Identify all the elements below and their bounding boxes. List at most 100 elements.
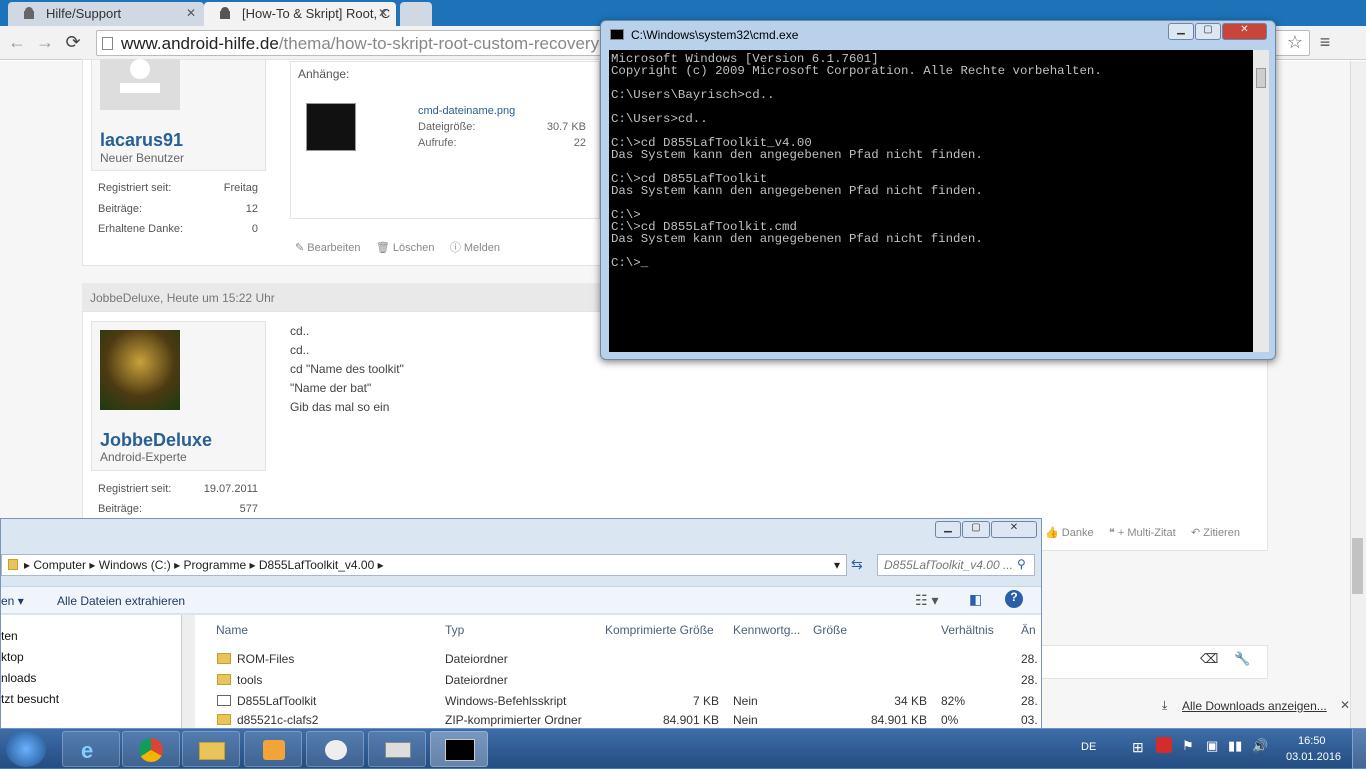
show-desktop-button[interactable] [1352,729,1366,769]
user-stat: Beiträge: 577 [98,503,258,515]
tab-how-to-skript[interactable]: [How-To & Skript] Root, C ✕ [204,2,396,26]
minimize-button[interactable]: ▁ [1168,23,1194,40]
column-header-password[interactable]: Kennwortg... [733,623,800,637]
edit-button[interactable]: ✎ Bearbeiten [295,242,361,254]
nav-scrollbar[interactable] [181,615,195,729]
column-header-ratio[interactable]: Verhältnis [941,623,994,637]
nav-item[interactable]: nloads [1,671,36,685]
cmd-icon [610,29,624,40]
network-icon[interactable]: ▮▮ [1228,738,1242,754]
multi-quote-button[interactable]: ❝ + Multi-Zitat [1109,527,1176,539]
close-tab-icon[interactable]: ✕ [186,6,196,20]
back-icon[interactable]: ← [6,32,28,53]
close-button[interactable]: ✕ [1222,23,1267,40]
downloads-bar: ⤓ Alle Downloads anzeigen... ✕ [1150,697,1350,717]
keyboard-app-icon[interactable] [368,731,426,767]
attachment-link[interactable]: cmd-dateiname.png [418,105,515,117]
paint-icon[interactable] [306,731,364,767]
clock-date[interactable]: 03.01.2016 [1286,751,1341,763]
explorer-icon[interactable] [182,731,240,767]
delete-button[interactable]: 🗑 Löschen [376,242,435,254]
language-indicator[interactable]: DE [1081,741,1096,753]
avatar[interactable] [100,330,180,410]
post-header-text: JobbeDeluxe, Heute um 15:22 Uhr [90,291,275,305]
nav-item[interactable]: ten [1,629,18,643]
wrench-icon[interactable]: 🔧 [1234,651,1250,667]
action-center-flag-icon[interactable]: ⚑ [1182,738,1194,754]
clock-time[interactable]: 16:50 [1298,735,1326,747]
console-output[interactable]: Microsoft Windows [Version 6.1.7601] Cop… [609,50,1253,352]
media-player-icon[interactable] [244,731,302,767]
close-tab-icon[interactable]: ✕ [378,6,388,20]
explorer-address-bar[interactable]: ▸ Computer ▸ Windows (C:) ▸ Programme ▸ … [1,554,847,576]
quote-button[interactable]: ↶ Zitieren [1191,527,1240,539]
page-icon [102,37,113,50]
avatar[interactable] [100,59,180,110]
antivirus-icon[interactable] [1156,737,1172,753]
report-button[interactable]: ⓘ Melden [450,242,500,254]
nav-item[interactable]: tzt besucht [1,692,59,706]
chevron-down-icon[interactable]: ▾ [834,558,840,572]
page-scrollbar[interactable] [1350,61,1366,728]
search-icon[interactable]: ⚲ [1017,557,1026,571]
minimize-button[interactable]: ▁ [935,521,961,538]
column-header-date[interactable]: Än [1021,623,1036,637]
maximize-button[interactable]: ▢ [962,521,990,538]
column-header-size[interactable]: Größe [813,623,847,637]
bookmark-star-icon[interactable]: ☆ [1284,32,1306,53]
reload-icon[interactable]: ⟳ [62,32,84,53]
volume-icon[interactable]: 🔊 [1252,738,1268,754]
all-downloads-link[interactable]: Alle Downloads anzeigen... [1182,699,1327,713]
navigation-pane: ten ktop nloads tzt besucht [1,615,181,729]
new-tab-button[interactable] [400,2,432,26]
column-header-compressed-size[interactable]: Komprimierte Größe [605,623,714,637]
breadcrumb-item[interactable]: D855LafToolkit_v4.00 [259,558,374,572]
folder-icon [217,674,231,685]
refresh-icon[interactable]: ⇆ [851,556,863,573]
user-stat: Beiträge: 12 [98,203,258,215]
attachment-thumbnail[interactable] [306,103,356,151]
console-scroll-thumb[interactable] [1256,68,1266,88]
windows-update-icon[interactable]: ⊞ [1132,739,1144,756]
menu-icon[interactable]: ≡ [1314,32,1336,53]
explorer-search-input[interactable]: D855LafToolkit_v4.00 ... [877,554,1035,576]
extract-all-button[interactable]: Alle Dateien extrahieren [57,594,185,608]
internet-explorer-icon[interactable]: e [62,731,120,767]
post-text-line: cd "Name des toolkit" [290,362,404,376]
chrome-icon[interactable] [122,731,180,767]
column-header-type[interactable]: Typ [445,623,464,637]
breadcrumb-item[interactable]: Windows (C:) [99,558,171,572]
script-file-icon [217,695,231,706]
explorer-body: ten ktop nloads tzt besucht Name Typ Kom… [1,615,1041,729]
organize-menu[interactable]: en ▾ [1,594,24,608]
eraser-icon[interactable]: ⌫ [1200,651,1218,667]
forward-icon[interactable]: → [34,32,56,53]
nav-item[interactable]: ktop [1,650,24,664]
table-row[interactable]: tools Dateiordner 28. [197,671,1041,691]
thanks-button[interactable]: 👍 Danke [1045,527,1094,539]
taskbar: e DE ⊞ ⚑ ▣ ▮▮ 🔊 16:50 03.01.2016 [0,728,1366,769]
attachment-size: Dateigröße: 30.7 KB [418,121,586,133]
help-icon[interactable]: ? [1005,590,1023,608]
scrollbar-thumb[interactable] [1352,538,1363,594]
device-icon[interactable]: ▣ [1206,738,1218,754]
start-button[interactable] [6,731,46,767]
table-row[interactable]: D855LafToolkit Windows-Befehlsskript 7 K… [197,692,1041,712]
user-stat: Registriert seit: 19.07.2011 [98,483,258,495]
table-row[interactable]: d85521c-clafs2 ZIP-komprimierter Ordner … [197,713,1041,729]
attachment-views: Aufrufe: 22 [418,137,586,149]
table-row[interactable]: ROM-Files Dateiordner 28. [197,650,1041,670]
console-scrollbar[interactable] [1253,50,1269,352]
tab-hilfe-support[interactable]: Hilfe/Support ✕ [8,2,204,26]
breadcrumb-item[interactable]: Programme [183,558,246,572]
close-downloads-icon[interactable]: ✕ [1340,698,1350,712]
username[interactable]: JobbeDeluxe [100,430,212,451]
maximize-button[interactable]: ▢ [1195,23,1221,40]
cmd-taskbar-icon[interactable] [430,731,488,767]
breadcrumb-item[interactable]: Computer [33,558,86,572]
close-button[interactable]: ✕ [991,521,1037,538]
username[interactable]: lacarus91 [100,130,183,151]
column-header-name[interactable]: Name [216,623,248,637]
view-options-icon[interactable]: ☷ ▾ [915,592,938,609]
preview-pane-icon[interactable]: ◧ [969,591,982,608]
